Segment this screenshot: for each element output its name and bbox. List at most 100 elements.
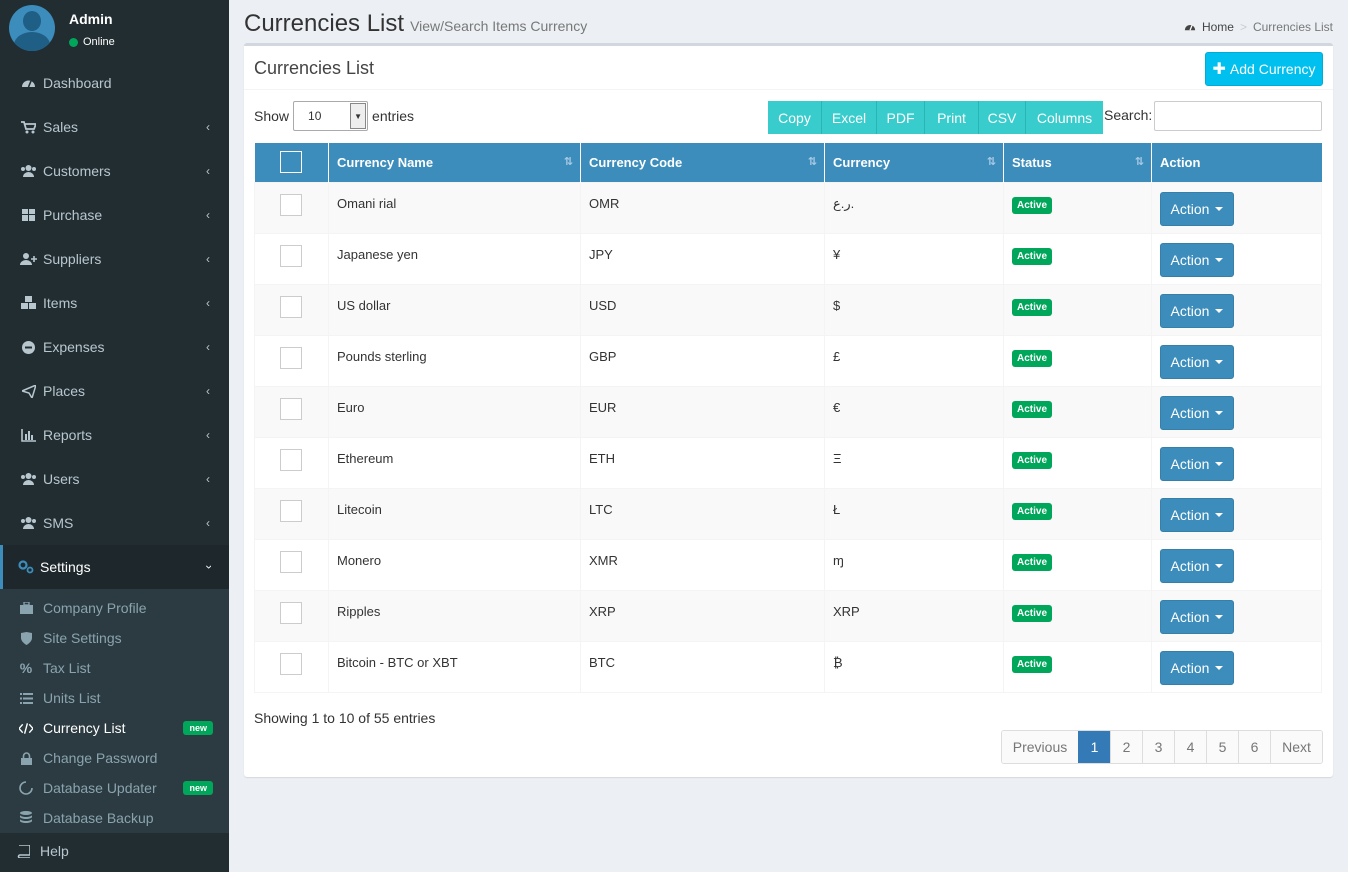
pdf-button[interactable]: PDF xyxy=(877,101,925,134)
currency-code: XMR xyxy=(580,538,825,591)
sidebar-item-sms[interactable]: SMS ‹ xyxy=(0,501,229,545)
sidebar-menu: Dashboard Sales ‹ Customers ‹ Purchase ‹ Su… xyxy=(0,61,229,589)
print-button[interactable]: Print xyxy=(925,101,979,134)
submenu-item-currency-list[interactable]: Currency List new xyxy=(0,713,229,743)
user-panel: Admin Online xyxy=(0,0,229,61)
sidebar-item-sales[interactable]: Sales ‹ xyxy=(0,105,229,149)
sidebar-item-expenses[interactable]: Expenses ‹ xyxy=(0,325,229,369)
search-label: Search: xyxy=(1104,107,1153,123)
plus-icon: ✚ xyxy=(1212,61,1226,78)
caret-down-icon xyxy=(1215,359,1224,364)
row-checkbox[interactable] xyxy=(280,448,302,471)
row-select-cell xyxy=(254,181,329,234)
action-dropdown-button[interactable]: Action xyxy=(1160,344,1234,379)
users-icon xyxy=(20,164,37,179)
action-dropdown-button[interactable]: Action xyxy=(1160,293,1234,328)
previous-button[interactable]: Previous xyxy=(1002,731,1078,763)
row-checkbox[interactable] xyxy=(280,295,302,318)
currency-code: BTC xyxy=(580,640,825,693)
shield-icon xyxy=(19,631,33,645)
select-all-checkbox[interactable] xyxy=(279,151,302,174)
user-status: Online xyxy=(69,36,115,48)
sidebar-item-places[interactable]: Places ‹ xyxy=(0,369,229,413)
table-row: Ethereum ETH Ξ Active Action xyxy=(254,436,1322,489)
chevron-left-icon: ‹ xyxy=(206,428,210,442)
status-badge: Active xyxy=(1012,553,1053,571)
submenu-item-database-backup[interactable]: Database Backup xyxy=(0,803,229,833)
page-2-button[interactable]: 2 xyxy=(1110,731,1142,763)
page-5-button[interactable]: 5 xyxy=(1206,731,1238,763)
status-badge: Active xyxy=(1012,604,1053,622)
columns-button[interactable]: Columns xyxy=(1026,101,1103,134)
action-dropdown-button[interactable]: Action xyxy=(1160,242,1234,277)
currency-code: LTC xyxy=(580,487,825,540)
action-dropdown-button[interactable]: Action xyxy=(1160,548,1234,583)
sort-icon: ⇅ xyxy=(1134,156,1144,168)
currencies-table: Currency Name ⇅ Currency Code ⇅ Currency ⇅ … xyxy=(254,143,1322,693)
sidebar-item-reports[interactable]: Reports ‹ xyxy=(0,413,229,457)
action-dropdown-button[interactable]: Action xyxy=(1160,650,1234,685)
content-header: Currencies List View/Search Items Currenc… xyxy=(244,10,1333,46)
page-4-button[interactable]: 4 xyxy=(1174,731,1206,763)
page-6-button[interactable]: 6 xyxy=(1238,731,1270,763)
csv-button[interactable]: CSV xyxy=(979,101,1026,134)
currency-name: US dollar xyxy=(328,283,581,336)
status-cell: Active xyxy=(1003,385,1152,438)
column-header-name[interactable]: Currency Name ⇅ xyxy=(328,143,581,182)
row-checkbox[interactable] xyxy=(280,346,302,369)
row-select-cell xyxy=(254,334,329,387)
submenu-item-company-profile[interactable]: Company Profile xyxy=(0,593,229,623)
row-checkbox[interactable] xyxy=(280,601,302,624)
submenu-item-change-password[interactable]: Change Password xyxy=(0,743,229,773)
select-arrow-icon: ▼ xyxy=(350,103,367,129)
row-checkbox[interactable] xyxy=(280,550,302,573)
search-input[interactable] xyxy=(1154,101,1322,131)
sort-icon: ⇅ xyxy=(986,156,996,168)
status-badge: Active xyxy=(1012,247,1053,265)
action-cell: Action xyxy=(1151,283,1322,336)
currency-symbol: ¥ xyxy=(824,232,1004,285)
action-dropdown-button[interactable]: Action xyxy=(1160,497,1234,532)
entries-select[interactable]: 10 ▼ xyxy=(293,101,369,131)
sidebar-item-purchase[interactable]: Purchase ‹ xyxy=(0,193,229,237)
action-dropdown-button[interactable]: Action xyxy=(1160,446,1234,481)
copy-button[interactable]: Copy xyxy=(768,101,822,134)
submenu-item-tax-list[interactable]: % Tax List xyxy=(0,653,229,683)
page-3-button[interactable]: 3 xyxy=(1142,731,1174,763)
currency-code: ETH xyxy=(580,436,825,489)
next-button[interactable]: Next xyxy=(1270,731,1322,763)
excel-button[interactable]: Excel xyxy=(822,101,877,134)
sidebar-item-users[interactable]: Users ‹ xyxy=(0,457,229,501)
row-checkbox[interactable] xyxy=(280,193,302,216)
breadcrumb-home[interactable]: Home xyxy=(1202,20,1234,34)
submenu-item-database-updater[interactable]: Database Updater new xyxy=(0,773,229,803)
column-header-code[interactable]: Currency Code ⇅ xyxy=(580,143,825,182)
row-checkbox[interactable] xyxy=(280,244,302,267)
sidebar-item-help[interactable]: Help xyxy=(0,830,229,872)
action-dropdown-button[interactable]: Action xyxy=(1160,599,1234,634)
column-header-currency[interactable]: Currency ⇅ xyxy=(824,143,1004,182)
list-icon xyxy=(19,692,33,704)
users-icon xyxy=(20,516,37,531)
caret-down-icon xyxy=(1215,512,1224,517)
page-1-button[interactable]: 1 xyxy=(1078,731,1110,763)
submenu-item-site-settings[interactable]: Site Settings xyxy=(0,623,229,653)
sidebar-item-customers[interactable]: Customers ‹ xyxy=(0,149,229,193)
row-checkbox[interactable] xyxy=(280,652,302,675)
breadcrumb-current: Currencies List xyxy=(1252,20,1333,34)
status-cell: Active xyxy=(1003,487,1152,540)
sidebar-item-suppliers[interactable]: Suppliers ‹ xyxy=(0,237,229,281)
sidebar-item-dashboard[interactable]: Dashboard xyxy=(0,61,229,105)
currency-code: USD xyxy=(580,283,825,336)
column-header-status[interactable]: Status ⇅ xyxy=(1003,143,1152,182)
action-dropdown-button[interactable]: Action xyxy=(1160,395,1234,430)
pagination: Previous 1 2 3 4 5 6 Next xyxy=(1001,730,1323,764)
sidebar-item-items[interactable]: Items ‹ xyxy=(0,281,229,325)
row-checkbox[interactable] xyxy=(280,397,302,420)
sidebar-item-settings[interactable]: Settings ‹ xyxy=(0,545,229,589)
action-dropdown-button[interactable]: Action xyxy=(1160,191,1234,226)
add-currency-button[interactable]: ✚ Add Currency xyxy=(1205,52,1323,86)
avatar[interactable] xyxy=(9,5,55,51)
row-checkbox[interactable] xyxy=(280,499,302,522)
submenu-item-units-list[interactable]: Units List xyxy=(0,683,229,713)
